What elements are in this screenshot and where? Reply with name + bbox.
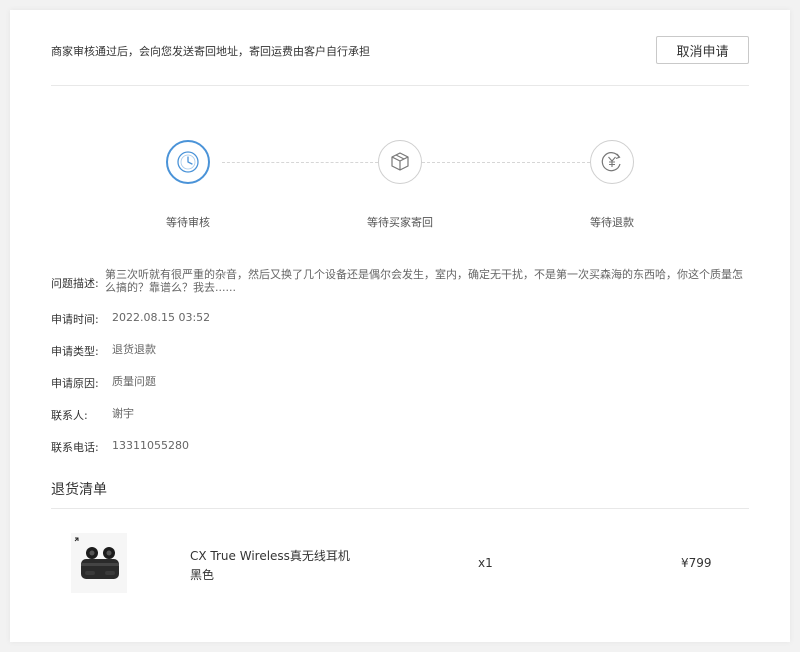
divider: [51, 508, 749, 509]
phone-label: 联系电话:: [51, 441, 99, 454]
product-color: 黑色: [190, 568, 215, 582]
step-waiting-review: 等待审核: [128, 140, 248, 230]
type-value: 退货退款: [112, 343, 156, 356]
progress-steps: 等待审核 等待买家寄回 等待退款: [10, 10, 790, 250]
time-row: 申请时间: 2022.08.15 03:52: [51, 311, 751, 327]
description-row: 问题描述: 第三次听就有很严重的杂音，然后又换了几个设备还是偶尔会发生，室内，确…: [51, 268, 751, 294]
contact-row: 联系人: 谢宇: [51, 407, 751, 423]
return-list-title: 退货清单: [51, 482, 107, 498]
product-quantity: x1: [478, 556, 493, 570]
product-name[interactable]: CX True Wireless真无线耳机: [190, 547, 350, 564]
product-image[interactable]: [71, 533, 127, 593]
description-label: 问题描述:: [51, 277, 99, 290]
description-value: 第三次听就有很严重的杂音，然后又换了几个设备还是偶尔会发生，室内，确定无干扰，不…: [105, 268, 743, 294]
product-price: ¥799: [681, 556, 712, 570]
phone-row: 联系电话: 13311055280: [51, 439, 751, 455]
phone-value: 13311055280: [112, 439, 189, 452]
reason-label: 申请原因:: [51, 377, 99, 390]
step-label: 等待买家寄回: [367, 216, 433, 229]
time-value: 2022.08.15 03:52: [112, 311, 211, 324]
step-waiting-return: 等待买家寄回: [340, 140, 460, 230]
step-waiting-refund: 等待退款: [552, 140, 672, 230]
package-icon: [378, 140, 422, 184]
request-info: 问题描述: 第三次听就有很严重的杂音，然后又换了几个设备还是偶尔会发生，室内，确…: [51, 268, 751, 455]
clock-icon: [166, 140, 210, 184]
type-label: 申请类型:: [51, 345, 99, 358]
step-label: 等待审核: [166, 216, 210, 229]
yuan-refund-icon: [590, 140, 634, 184]
type-row: 申请类型: 退货退款: [51, 343, 751, 359]
reason-row: 申请原因: 质量问题: [51, 375, 751, 391]
contact-label: 联系人:: [51, 409, 88, 422]
reason-value: 质量问题: [112, 375, 156, 388]
contact-value: 谢宇: [112, 407, 134, 420]
time-label: 申请时间:: [51, 313, 99, 326]
step-label: 等待退款: [590, 216, 634, 229]
refund-detail-card: 商家审核通过后，会向您发送寄回地址，寄回运费由客户自行承担 取消申请 等待审核: [10, 10, 790, 642]
